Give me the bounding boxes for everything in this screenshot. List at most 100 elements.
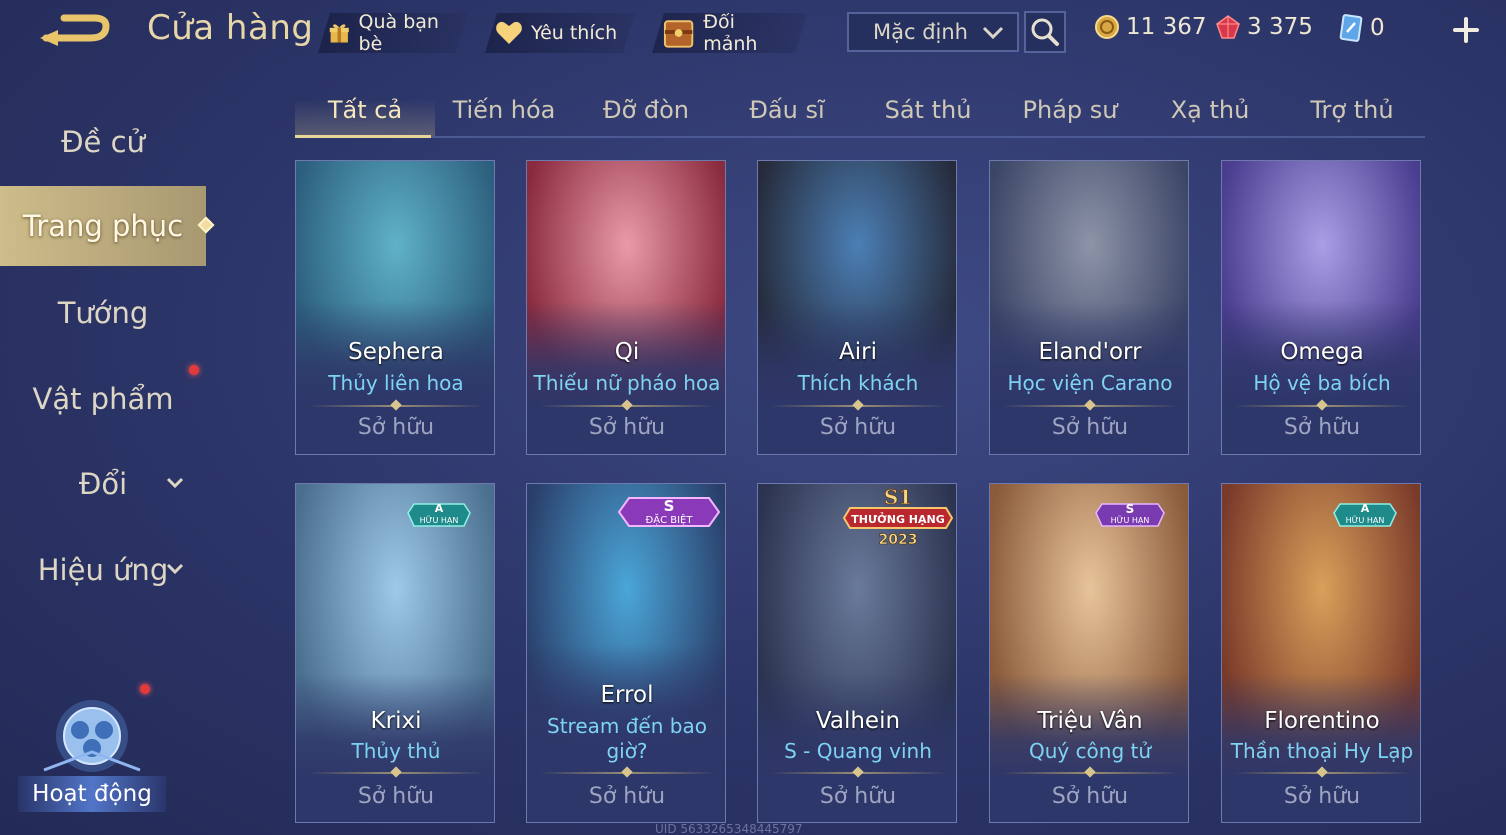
divider [308, 399, 484, 411]
tab-assassin[interactable]: Sát thủ [858, 84, 998, 136]
badge-grade: S [1126, 502, 1135, 516]
chevron-down-icon [166, 477, 184, 489]
sidebar-item-label: Vật phẩm [32, 382, 174, 416]
gold-coin-icon [1095, 15, 1119, 39]
gold-currency: 11 367 [1094, 14, 1206, 40]
tab-label: Tất cả [327, 96, 403, 124]
tab-support[interactable]: Trợ thủ [1282, 84, 1422, 136]
sidebar-item-label: Tướng [57, 296, 149, 330]
sidebar-item-exchange[interactable]: Đổi [0, 444, 206, 524]
sidebar-item-label: Đổi [78, 467, 128, 501]
owned-status: Sở hữu [357, 415, 435, 440]
friend-gift-button[interactable]: Quà bạn bè [318, 13, 468, 53]
hero-name: Eland'orr [1038, 339, 1142, 365]
activity-button[interactable]: Hoạt động [18, 684, 166, 820]
skin-card[interactable]: Eland'orr Học viện Carano Sở hữu [989, 160, 1189, 455]
owned-status: Sở hữu [1283, 784, 1361, 809]
exchange-shard-button[interactable]: Đổi mảnh [652, 13, 807, 53]
skin-name: S - Quang vinh [784, 739, 932, 763]
skin-card[interactable]: A HỮU HẠN Krixi Thủy thủ Sở hữu [295, 483, 495, 823]
skin-card[interactable]: S ĐẶC BIỆT Errol Stream đến bao giờ? Sở … [526, 483, 726, 823]
plus-icon[interactable] [1452, 16, 1480, 44]
friend-gift-label: Quà bạn bè [358, 11, 439, 55]
user-id: UID 5633265348445797 [655, 822, 803, 835]
tab-label: Xạ thủ [1170, 96, 1250, 124]
divider [1234, 766, 1410, 778]
chevron-down-icon [982, 26, 1004, 40]
search-button[interactable] [1024, 11, 1066, 53]
sidebar-item-label: Đề cử [61, 125, 145, 159]
badge-grade: S1 [884, 486, 912, 509]
tab-label: Tiến hóa [452, 96, 556, 124]
divider [308, 766, 484, 778]
hero-name: Florentino [1264, 708, 1380, 734]
skin-card[interactable]: S1 THƯỞNG HẠNG 2023 Valhein S - Quang vi… [757, 483, 957, 823]
gold-amount: 11 367 [1126, 14, 1207, 40]
tab-tank[interactable]: Đỡ đòn [576, 84, 716, 136]
activity-label: Hoạt động [18, 776, 166, 812]
badge-year: 2023 [879, 532, 918, 548]
owned-status: Sở hữu [819, 784, 897, 809]
sidebar-item-heroes[interactable]: Tướng [0, 273, 206, 353]
tab-label: Đỡ đòn [602, 96, 690, 124]
hero-name: Krixi [370, 708, 422, 734]
skin-name: Học viện Carano [1007, 371, 1173, 395]
sort-select-value: Mặc định [873, 20, 968, 44]
tab-marksman[interactable]: Xạ thủ [1140, 84, 1280, 136]
skin-card[interactable]: S HỮU HẠN Triệu Vân Quý công tử Sở hữu [989, 483, 1189, 823]
badge-text: HỮU HẠN [1111, 514, 1150, 526]
owned-status: Sở hữu [1051, 415, 1129, 440]
owned-status: Sở hữu [588, 784, 666, 809]
gem-currency: 3 375 [1215, 14, 1313, 40]
skin-name: Thần thoại Hy Lạp [1230, 739, 1414, 763]
special-badge: S ĐẶC BIỆT [615, 488, 723, 536]
page-title: Cửa hàng [147, 8, 314, 48]
divider [770, 399, 946, 411]
owned-status: Sở hữu [588, 415, 666, 440]
badge-text: THƯỞNG HẠNG [851, 512, 945, 526]
activity-orb-icon [43, 700, 141, 772]
sidebar-item-featured[interactable]: Đề cử [0, 102, 206, 182]
sidebar-item-skins[interactable]: Trang phục [0, 186, 215, 266]
skin-card[interactable]: A HỮU HẠN Florentino Thần thoại Hy Lạp S… [1221, 483, 1421, 823]
gift-icon [328, 20, 351, 46]
divider [1234, 399, 1410, 411]
favorite-label: Yêu thích [531, 22, 618, 44]
badge-grade: A [1361, 502, 1370, 515]
limited-badge: S HỮU HẠN [1094, 496, 1166, 534]
hero-name: Qi [614, 339, 640, 365]
tab-evolve[interactable]: Tiến hóa [434, 84, 574, 136]
hero-name: Airi [839, 339, 877, 365]
divider [770, 766, 946, 778]
badge-grade: S [664, 497, 675, 515]
season-rank-badge: S1 THƯỞNG HẠNG 2023 [840, 485, 956, 556]
divider [1002, 399, 1178, 411]
tab-mage[interactable]: Pháp sư [1000, 84, 1140, 136]
divider [539, 766, 715, 778]
tab-label: Trợ thủ [1310, 96, 1394, 124]
badge-text: HỮU HẠN [420, 514, 459, 526]
skin-card[interactable]: Qi Thiếu nữ pháo hoa Sở hữu [526, 160, 726, 455]
sidebar-item-items[interactable]: Vật phẩm [0, 359, 206, 439]
category-tabs: Tất cả Tiến hóa Đỡ đòn Đấu sĩ Sát thủ Ph… [295, 84, 1425, 138]
back-arrow-icon[interactable] [36, 12, 116, 52]
notification-dot [189, 365, 199, 375]
search-icon [1031, 18, 1059, 46]
tab-all[interactable]: Tất cả [295, 84, 435, 138]
sidebar: Đề cử Trang phục Tướng Vật phẩm Đổi Hiệu… [0, 90, 215, 835]
skin-card[interactable]: Airi Thích khách Sở hữu [757, 160, 957, 455]
skin-name: Thủy thủ [351, 739, 441, 763]
ruby-gem-icon [1216, 15, 1240, 39]
tab-fighter[interactable]: Đấu sĩ [717, 84, 857, 136]
owned-status: Sở hữu [1283, 415, 1361, 440]
sidebar-item-effects[interactable]: Hiệu ứng [0, 530, 206, 610]
heart-icon [495, 20, 523, 46]
gem-amount: 3 375 [1247, 14, 1313, 40]
skin-card[interactable]: Sephera Thủy liên hoa Sở hữu [295, 160, 495, 455]
skin-grid: Sephera Thủy liên hoa Sở hữu Qi Thiếu nữ… [295, 160, 1425, 835]
favorite-button[interactable]: Yêu thích [485, 13, 635, 53]
limited-badge: A HỮU HẠN [406, 496, 472, 534]
skin-card[interactable]: Omega Hộ vệ ba bích Sở hữu [1221, 160, 1421, 455]
sort-select[interactable]: Mặc định [847, 12, 1019, 52]
exchange-shard-label: Đổi mảnh [703, 11, 758, 55]
